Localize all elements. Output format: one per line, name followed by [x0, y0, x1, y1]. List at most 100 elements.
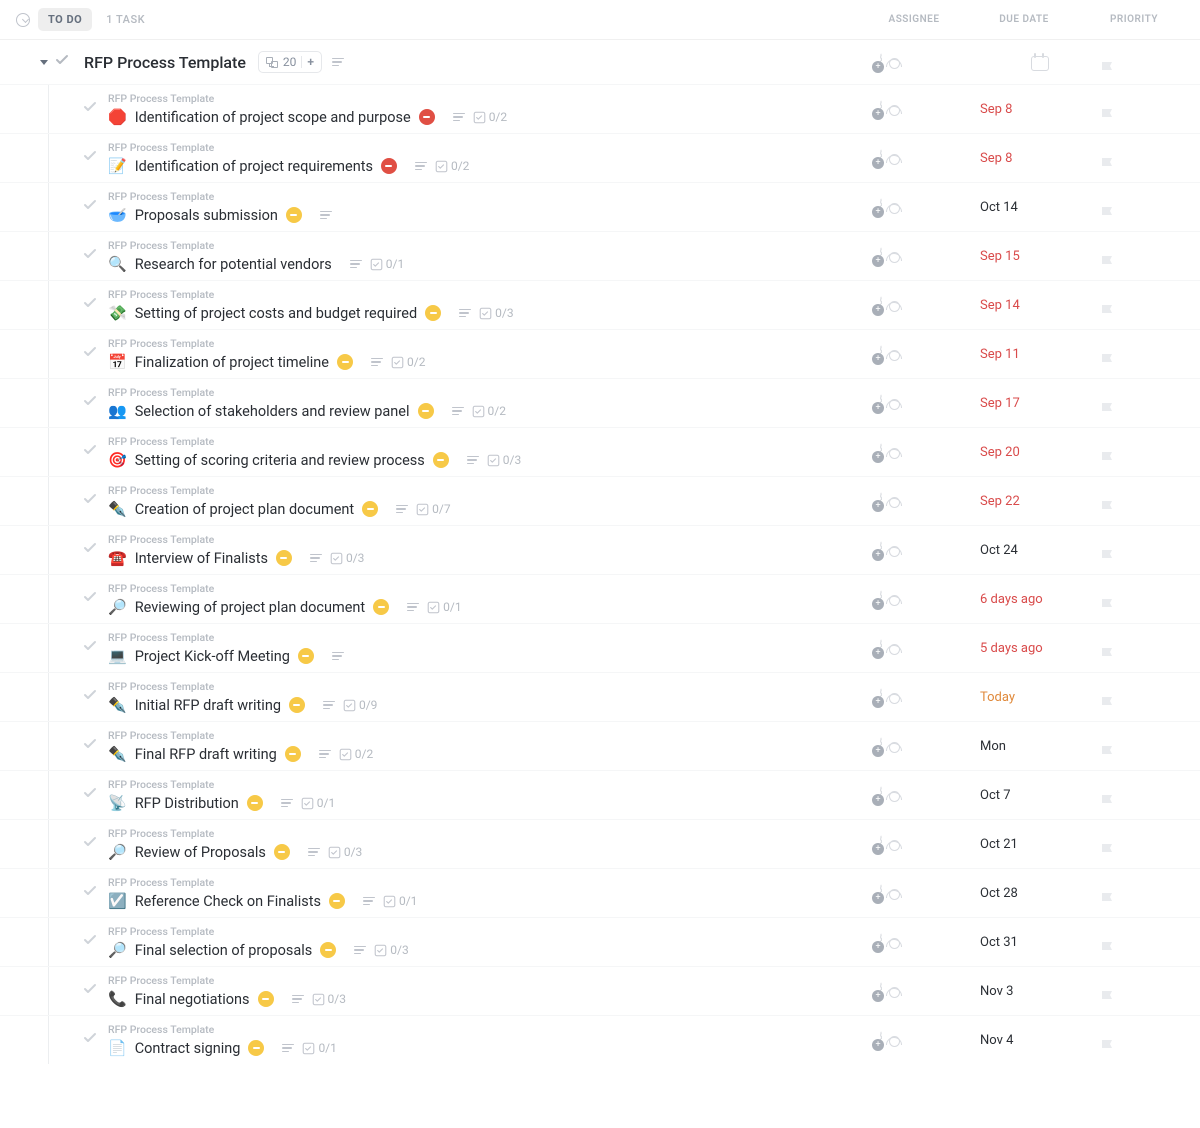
description-icon[interactable]: [354, 946, 366, 955]
assignee-placeholder-icon[interactable]: +: [880, 688, 882, 706]
description-icon[interactable]: [396, 505, 408, 514]
chevron-down-icon[interactable]: [40, 60, 48, 65]
due-date-cell[interactable]: Sep 20: [980, 444, 1100, 460]
group-check-icon[interactable]: [54, 52, 70, 72]
complete-check-icon[interactable]: [82, 393, 98, 413]
checklist-indicator[interactable]: 0/1: [301, 796, 335, 810]
task-group-row[interactable]: RFP Process Template 20 + +: [0, 40, 1200, 84]
task-title[interactable]: Setting of scoring criteria and review p…: [135, 452, 425, 469]
assignee-placeholder-icon[interactable]: +: [880, 198, 882, 216]
description-icon[interactable]: [371, 358, 383, 367]
task-title[interactable]: Setting of project costs and budget requ…: [135, 305, 417, 322]
description-icon[interactable]: [308, 848, 320, 857]
task-row[interactable]: RFP Process Template 💻 Project Kick-off …: [0, 623, 1200, 672]
task-title[interactable]: Project Kick-off Meeting: [135, 648, 290, 665]
checklist-indicator[interactable]: 0/1: [302, 1041, 336, 1055]
task-status-dot[interactable]: [362, 501, 378, 517]
task-title[interactable]: Proposals submission: [135, 207, 278, 224]
due-date-cell[interactable]: Oct 28: [980, 885, 1100, 901]
task-status-dot[interactable]: [286, 207, 302, 223]
due-date-cell[interactable]: 6 days ago: [980, 591, 1100, 607]
due-date-cell[interactable]: Nov 3: [980, 983, 1100, 999]
due-date-cell[interactable]: Oct 14: [980, 199, 1100, 215]
due-date-cell[interactable]: 5 days ago: [980, 640, 1100, 656]
description-icon[interactable]: [292, 995, 304, 1004]
task-row[interactable]: RFP Process Template ☑️ Reference Check …: [0, 868, 1200, 917]
assignee-cell[interactable]: +: [880, 493, 980, 509]
task-status-dot[interactable]: [419, 109, 435, 125]
assignee-placeholder-icon[interactable]: +: [880, 786, 882, 804]
assignee-cell[interactable]: +: [880, 885, 980, 901]
task-title[interactable]: Final RFP draft writing: [135, 746, 277, 763]
group-title[interactable]: RFP Process Template: [84, 53, 246, 72]
task-title[interactable]: Initial RFP draft writing: [135, 697, 281, 714]
due-date-cell[interactable]: Sep 11: [980, 346, 1100, 362]
description-icon[interactable]: [459, 309, 471, 318]
due-date-cell[interactable]: Sep 15: [980, 248, 1100, 264]
task-status-dot[interactable]: [248, 1040, 264, 1056]
assignee-placeholder-icon[interactable]: +: [880, 394, 882, 412]
column-header-due-date[interactable]: DUE DATE: [964, 14, 1084, 25]
checklist-indicator[interactable]: 0/2: [435, 159, 469, 173]
task-row[interactable]: RFP Process Template 🥣 Proposals submiss…: [0, 182, 1200, 231]
complete-check-icon[interactable]: [82, 932, 98, 952]
description-icon[interactable]: [350, 260, 362, 269]
description-icon[interactable]: [363, 897, 375, 906]
task-status-dot[interactable]: [289, 697, 305, 713]
complete-check-icon[interactable]: [82, 883, 98, 903]
task-status-dot[interactable]: [285, 746, 301, 762]
task-row[interactable]: RFP Process Template ✒️ Initial RFP draf…: [0, 672, 1200, 721]
column-header-assignee[interactable]: ASSIGNEE: [864, 14, 964, 25]
assignee-placeholder-icon[interactable]: +: [880, 835, 882, 853]
assignee-placeholder-icon[interactable]: +: [880, 53, 882, 71]
task-status-dot[interactable]: [320, 942, 336, 958]
description-icon[interactable]: [407, 603, 419, 612]
checklist-indicator[interactable]: 0/3: [479, 306, 513, 320]
complete-check-icon[interactable]: [82, 491, 98, 511]
add-subtask-plus[interactable]: +: [307, 55, 314, 69]
task-title[interactable]: Final selection of proposals: [135, 942, 313, 959]
assignee-placeholder-icon[interactable]: +: [880, 884, 882, 902]
checklist-indicator[interactable]: 0/1: [427, 600, 461, 614]
calendar-icon[interactable]: [1031, 53, 1049, 71]
assignee-cell[interactable]: +: [880, 591, 980, 607]
assignee-cell[interactable]: +: [880, 983, 980, 999]
complete-check-icon[interactable]: [82, 344, 98, 364]
description-icon[interactable]: [415, 162, 427, 171]
assignee-cell[interactable]: +: [880, 934, 980, 950]
assignee-placeholder-icon[interactable]: +: [880, 492, 882, 510]
task-title[interactable]: Selection of stakeholders and review pan…: [135, 403, 410, 420]
due-date-cell[interactable]: Sep 17: [980, 395, 1100, 411]
complete-check-icon[interactable]: [82, 295, 98, 315]
assignee-placeholder-icon[interactable]: +: [880, 737, 882, 755]
assignee-cell[interactable]: +: [880, 787, 980, 803]
complete-check-icon[interactable]: [82, 99, 98, 119]
assignee-placeholder-icon[interactable]: +: [880, 296, 882, 314]
assignee-cell[interactable]: +: [880, 640, 980, 656]
assignee-placeholder-icon[interactable]: +: [880, 1031, 882, 1049]
complete-check-icon[interactable]: [82, 981, 98, 1001]
assignee-cell[interactable]: +: [880, 542, 980, 558]
complete-check-icon[interactable]: [82, 197, 98, 217]
task-row[interactable]: RFP Process Template 🛑 Identification of…: [0, 84, 1200, 133]
description-icon[interactable]: [323, 701, 335, 710]
assignee-cell[interactable]: +: [880, 444, 980, 460]
complete-check-icon[interactable]: [82, 736, 98, 756]
assignee-placeholder-icon[interactable]: +: [880, 590, 882, 608]
task-row[interactable]: RFP Process Template 📝 Identification of…: [0, 133, 1200, 182]
description-icon[interactable]: [310, 554, 322, 563]
assignee-cell[interactable]: +: [880, 346, 980, 362]
task-status-dot[interactable]: [373, 599, 389, 615]
due-date-cell[interactable]: Oct 21: [980, 836, 1100, 852]
assignee-cell[interactable]: +: [880, 689, 980, 705]
subtask-count-pill[interactable]: 20 +: [258, 51, 322, 73]
task-title[interactable]: Creation of project plan document: [135, 501, 354, 518]
task-title[interactable]: Review of Proposals: [135, 844, 266, 861]
checklist-indicator[interactable]: 0/2: [339, 747, 373, 761]
checklist-indicator[interactable]: 0/9: [343, 698, 377, 712]
task-row[interactable]: RFP Process Template 👥 Selection of stak…: [0, 378, 1200, 427]
task-row[interactable]: RFP Process Template 💸 Setting of projec…: [0, 280, 1200, 329]
task-status-dot[interactable]: [418, 403, 434, 419]
due-date-cell[interactable]: Oct 7: [980, 787, 1100, 803]
description-icon[interactable]: [452, 407, 464, 416]
